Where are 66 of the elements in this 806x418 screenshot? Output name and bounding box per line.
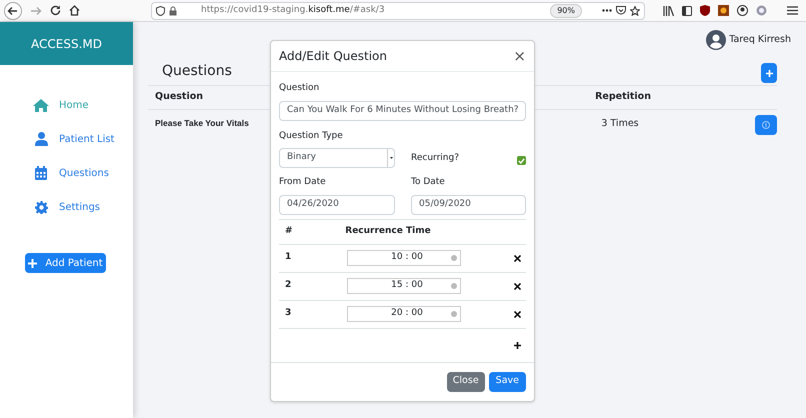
question-type-select[interactable]: Binary [279, 148, 395, 168]
from-date-input[interactable]: 04/26/2020 [279, 194, 395, 214]
calendar-icon [35, 166, 47, 180]
account-icon[interactable] [737, 5, 748, 16]
url-text: https://covid19-staging.kisoft.me/#ask/3 [201, 4, 385, 17]
table-cell-text: Please Take Your Vitals [155, 117, 250, 130]
column-header: Repetition [594, 90, 652, 104]
user-name: Tareq Kirresh [729, 32, 791, 47]
reload-icon[interactable] [50, 5, 61, 16]
settings-icon [34, 200, 48, 214]
remove-icon[interactable] [514, 254, 521, 262]
back-icon[interactable] [4, 2, 22, 20]
extension-icon[interactable] [718, 5, 729, 16]
save-button[interactable]: Save [488, 372, 526, 392]
column-header: Recurrence Time [344, 224, 432, 238]
home-icon[interactable] [69, 5, 80, 16]
table-cell-text: 3 Times [600, 117, 640, 131]
recurring-checkbox[interactable] [517, 156, 526, 165]
add-icon[interactable] [514, 342, 521, 348]
check-icon [518, 158, 525, 164]
menu-icon[interactable] [787, 6, 798, 15]
home-icon [33, 98, 49, 112]
lock-icon [169, 6, 177, 16]
add-question-button[interactable] [761, 63, 777, 83]
time-input[interactable]: 20 : 00 [347, 306, 461, 322]
info-button[interactable] [755, 115, 777, 135]
user-icon [34, 132, 48, 146]
row-number: 1 [284, 251, 292, 264]
row-number: 2 [284, 279, 292, 292]
nav-link[interactable]: Settings [33, 198, 133, 216]
column-header: Question [155, 90, 204, 104]
modal-title: Add/Edit Question [279, 48, 387, 65]
zoom-level[interactable]: 90% [550, 4, 582, 18]
time-input[interactable]: 10 : 00 [347, 250, 461, 266]
field-label: From Date [279, 176, 327, 189]
add-patient-button[interactable]: Add Patient [25, 253, 106, 273]
brand-name: ACCESS.MD [31, 36, 102, 52]
to-date-input[interactable]: 05/09/2020 [411, 194, 526, 214]
column-header: # [284, 224, 294, 238]
avatar-icon [706, 30, 726, 50]
nav-link[interactable]: Questions [33, 164, 133, 182]
more-icon[interactable] [602, 9, 612, 12]
pocket-icon[interactable] [616, 6, 626, 15]
nav-link[interactable]: Patient List [33, 130, 133, 148]
row-number: 3 [284, 307, 292, 320]
close-button[interactable]: × [513, 48, 526, 64]
shield-extension-icon[interactable] [700, 5, 710, 16]
close-button[interactable]: Close [446, 372, 485, 392]
library-icon[interactable] [663, 6, 674, 16]
field-label: Question [279, 82, 320, 95]
field-label: Recurring? [411, 152, 459, 164]
info-icon [762, 121, 770, 129]
field-label: Question Type [279, 130, 344, 142]
plus-icon [28, 258, 38, 268]
star-icon[interactable] [630, 6, 640, 16]
shield-icon [156, 6, 165, 16]
time-input[interactable]: 15 : 00 [347, 278, 461, 294]
plus-icon [766, 70, 772, 76]
question-input[interactable]: Can You Walk For 6 Minutes Without Losing Breath? [279, 100, 526, 120]
address-bar[interactable]: https://covid19-staging.kisoft.me/#ask/3 90% [151, 2, 645, 20]
sidebar-icon[interactable] [682, 6, 692, 16]
caret-icon [390, 157, 392, 159]
remove-icon[interactable] [514, 282, 521, 290]
field-label: To Date [411, 176, 446, 189]
remove-icon[interactable] [514, 310, 521, 318]
page-title: Questions [162, 62, 232, 81]
